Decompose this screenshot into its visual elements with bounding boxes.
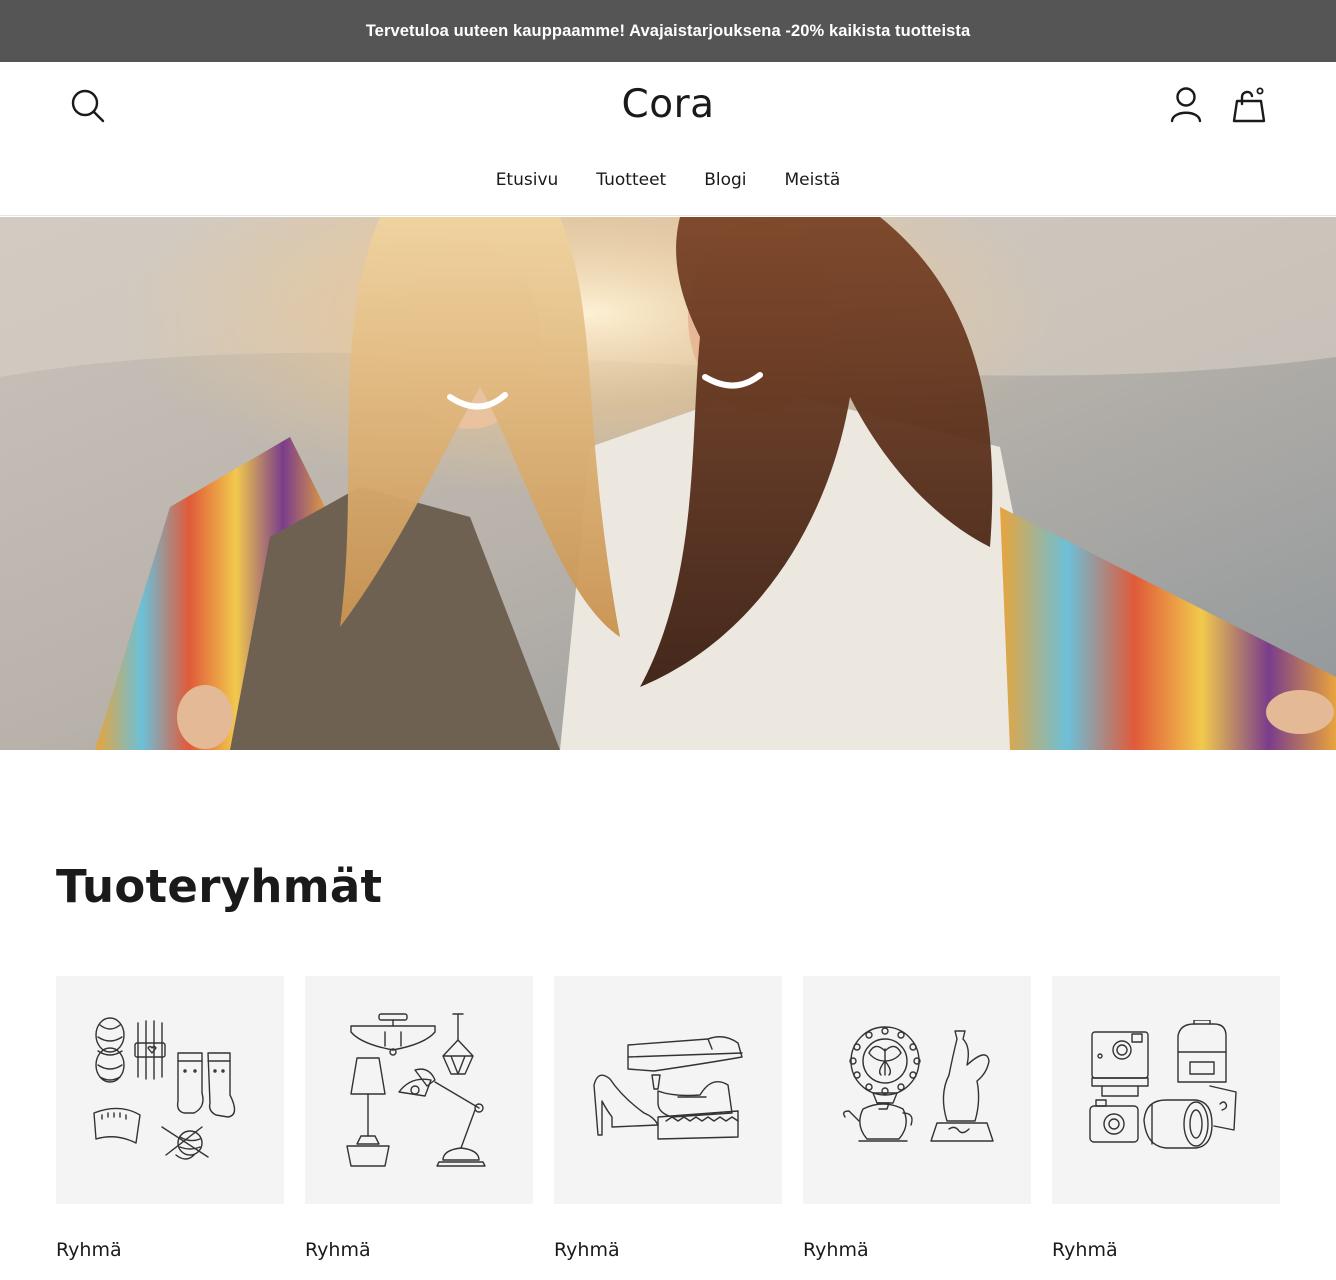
category-grid: Ryhmä Ryhmä Ryhmä Ryhmä Ryhmä [56,976,1282,1261]
site-logo[interactable]: Cora [0,82,1336,127]
category-image [554,976,782,1204]
announcement-bar: Tervetuloa uuteen kauppaamme! Avajaistar… [0,0,1336,62]
category-card[interactable]: Ryhmä [305,976,533,1261]
section-title: Tuoteryhmät [56,860,383,913]
category-card[interactable]: Ryhmä [1052,976,1280,1261]
category-image [305,976,533,1204]
category-image [56,976,284,1204]
main-navigation: Etusivu Tuotteet Blogi Meistä [0,170,1336,190]
yarn-socks-icon [93,1017,236,1160]
announcement-text: Tervetuloa uuteen kauppaamme! Avajaistar… [365,21,971,40]
category-card[interactable]: Ryhmä [56,976,284,1261]
nav-item-tuotteet[interactable]: Tuotteet [596,170,666,190]
cart-button[interactable] [1229,84,1269,128]
nav-item-meista[interactable]: Meistä [785,170,841,190]
category-image [1052,976,1280,1204]
category-card[interactable]: Ryhmä [554,976,782,1261]
nav-item-etusivu[interactable]: Etusivu [496,170,559,190]
lamps-icon [346,1013,486,1167]
account-button[interactable] [1166,84,1206,128]
nav-item-blogi[interactable]: Blogi [704,170,746,190]
category-image [803,976,1031,1204]
decor-icon [842,1026,994,1142]
shopping-bag-icon [1232,87,1266,123]
user-icon [1170,87,1202,123]
shoes-icon [593,1036,743,1140]
site-header: Cora Etusivu Tuotteet Blogi Meistä [0,62,1336,216]
hero-image [0,217,1336,750]
hero-banner [0,217,1336,750]
category-card[interactable]: Ryhmä [803,976,1031,1261]
category-label: Ryhmä [305,1239,371,1261]
category-label: Ryhmä [1052,1239,1118,1261]
category-label: Ryhmä [56,1239,122,1261]
category-label: Ryhmä [554,1239,620,1261]
camera-bags-icon [1089,1020,1237,1149]
category-label: Ryhmä [803,1239,869,1261]
